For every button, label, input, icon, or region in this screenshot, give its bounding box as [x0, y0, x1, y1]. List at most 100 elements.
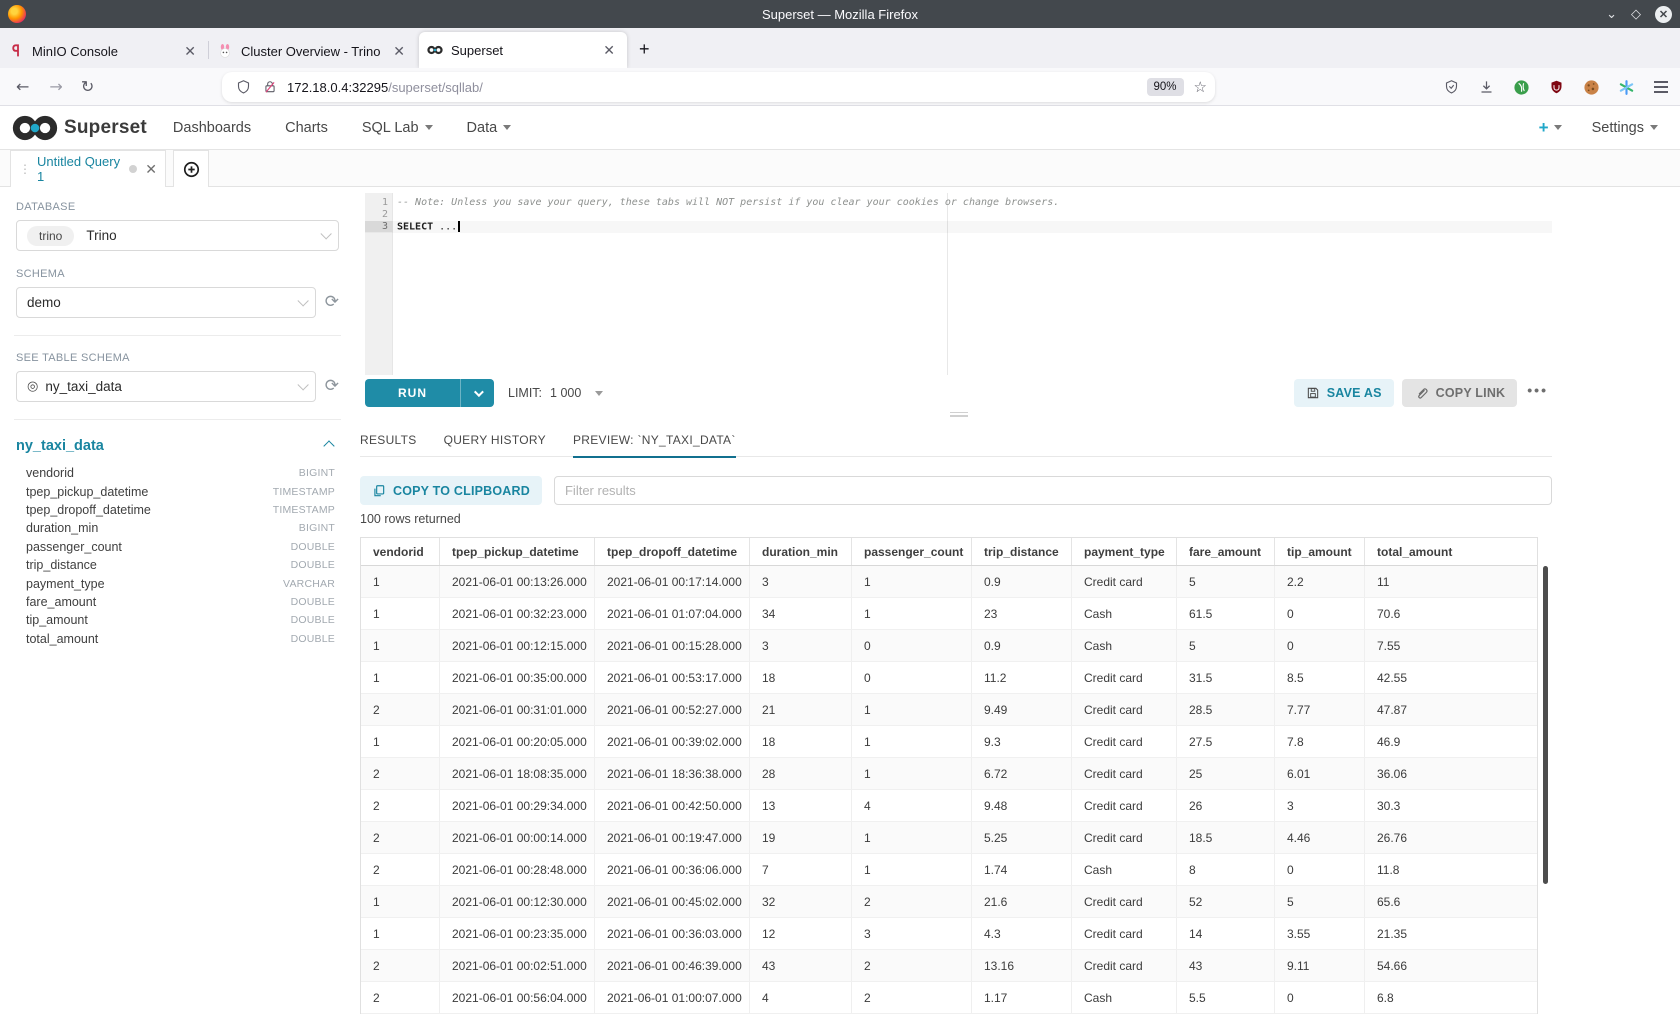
table-cell: 21.35 — [1365, 918, 1537, 949]
table-cell: Cash — [1072, 598, 1177, 629]
bookmark-star-icon[interactable]: ☆ — [1194, 78, 1207, 96]
column-header-trip_distance[interactable]: trip_distance — [972, 538, 1072, 565]
table-cell: 2021-06-01 18:08:35.000 — [440, 758, 595, 789]
nav-item-sql-lab[interactable]: SQL Lab — [362, 120, 433, 136]
column-name: duration_min — [26, 521, 98, 535]
minimize-icon[interactable]: ⌄ — [1606, 8, 1617, 21]
close-window-icon[interactable]: ✕ — [1655, 6, 1672, 23]
query-tab[interactable]: ⋮ Untitled Query 1 ✕ — [10, 150, 166, 187]
column-header-tpep_dropoff_datetime[interactable]: tpep_dropoff_datetime — [595, 538, 750, 565]
run-button[interactable]: RUN — [365, 379, 460, 407]
tab-close-icon[interactable]: ✕ — [389, 43, 409, 60]
tab-query-history[interactable]: QUERY HISTORY — [444, 424, 546, 457]
divider — [14, 335, 341, 336]
table-cell: 1 — [852, 854, 972, 885]
column-header-fare_amount[interactable]: fare_amount — [1177, 538, 1275, 565]
table-cell: 0 — [1275, 854, 1365, 885]
sql-editor[interactable]: 1-- Note: Unless you save your query, th… — [365, 193, 1552, 375]
tab-close-icon[interactable]: ✕ — [180, 43, 200, 60]
panel-resize-handle[interactable] — [365, 409, 1552, 419]
database-select[interactable]: trino Trino — [16, 220, 339, 251]
zoom-level-badge[interactable]: 90% — [1147, 78, 1184, 96]
table-cell: Credit card — [1072, 790, 1177, 821]
table-cell: 31.5 — [1177, 662, 1275, 693]
table-cell: 2021-06-01 01:07:04.000 — [595, 598, 750, 629]
new-tab-button[interactable]: + — [639, 39, 650, 60]
downloads-icon[interactable] — [1477, 78, 1495, 96]
copy-to-clipboard-button[interactable]: COPY TO CLIPBOARD — [360, 476, 542, 505]
table-cell: 2 — [852, 982, 972, 1013]
table-cell: 9.11 — [1275, 950, 1365, 981]
query-tab-title: Untitled Query 1 — [37, 154, 125, 184]
drag-handle-icon[interactable]: ⋮ — [19, 162, 30, 176]
column-type: DOUBLE — [291, 559, 335, 571]
limit-dropdown[interactable]: LIMIT: 1 000 — [508, 386, 603, 400]
table-cell: 26.76 — [1365, 822, 1537, 853]
schema-value: demo — [27, 295, 61, 310]
table-cell: 7.77 — [1275, 694, 1365, 725]
forward-icon[interactable]: → — [49, 77, 62, 96]
tab-results[interactable]: RESULTS — [360, 424, 417, 457]
table-cell: 12 — [750, 918, 852, 949]
column-header-tip_amount[interactable]: tip_amount — [1275, 538, 1365, 565]
superset-navbar: Superset Dashboards Charts SQL Lab Data … — [0, 106, 1680, 150]
run-options-button[interactable] — [460, 379, 494, 407]
line-number: 3 — [365, 221, 393, 232]
lock-disabled-icon[interactable] — [263, 79, 277, 95]
table-cell: 0 — [1275, 630, 1365, 661]
column-header-duration_min[interactable]: duration_min — [750, 538, 852, 565]
maximize-icon[interactable]: ◇ — [1631, 8, 1641, 21]
table-name-heading[interactable]: ny_taxi_data — [16, 438, 104, 454]
add-query-tab-button[interactable] — [173, 150, 209, 187]
column-header-vendorid[interactable]: vendorid — [361, 538, 440, 565]
table-row: 22021-06-01 00:31:01.0002021-06-01 00:52… — [361, 694, 1537, 726]
column-header-tpep_pickup_datetime[interactable]: tpep_pickup_datetime — [440, 538, 595, 565]
table-scrollbar[interactable] — [1543, 566, 1548, 884]
column-header-passenger_count[interactable]: passenger_count — [852, 538, 972, 565]
superset-logo[interactable]: Superset — [12, 115, 147, 141]
nav-item-charts[interactable]: Charts — [285, 120, 328, 136]
table-cell: 1 — [361, 726, 440, 757]
table-cell: 1.74 — [972, 854, 1072, 885]
firefox-titlebar: Superset — Mozilla Firefox ⌄ ◇ ✕ — [0, 0, 1680, 28]
cookie-icon[interactable] — [1582, 78, 1600, 96]
filter-results-input[interactable] — [554, 476, 1552, 505]
save-as-button[interactable]: SAVE AS — [1294, 379, 1394, 407]
table-cell: 2021-06-01 00:00:14.000 — [440, 822, 595, 853]
reload-icon[interactable]: ↻ — [81, 77, 94, 96]
table-row: 12021-06-01 00:20:05.0002021-06-01 00:39… — [361, 726, 1537, 758]
menu-hamburger-icon[interactable] — [1652, 78, 1670, 96]
run-button-group[interactable]: RUN — [365, 379, 494, 407]
column-header-total_amount[interactable]: total_amount — [1365, 538, 1537, 565]
nav-item-data[interactable]: Data — [467, 120, 512, 136]
tab-close-icon[interactable]: ✕ — [599, 42, 619, 59]
shield-icon[interactable] — [236, 79, 251, 95]
pocket-shield-icon[interactable] — [1442, 78, 1460, 96]
settings-menu[interactable]: Settings — [1592, 120, 1658, 136]
close-query-tab-icon[interactable]: ✕ — [145, 161, 157, 178]
chevron-down-icon — [474, 387, 484, 397]
more-options-button[interactable]: ••• — [1525, 382, 1552, 404]
table-schema-select[interactable]: ◎ ny_taxi_data — [16, 371, 316, 402]
refresh-table-icon[interactable]: ⟳ — [325, 378, 339, 395]
collapse-chevron-icon[interactable] — [323, 440, 334, 451]
table-cell: 3 — [750, 566, 852, 597]
copy-link-button[interactable]: COPY LINK — [1402, 379, 1518, 407]
schema-select[interactable]: demo — [16, 287, 316, 318]
url-bar[interactable]: 172.18.0.4:32295/superset/sqllab/ 90% ☆ — [222, 72, 1215, 102]
tab-preview-ny-taxi-data[interactable]: PREVIEW: `NY_TAXI_DATA` — [573, 424, 736, 457]
browser-tab-superset[interactable]: Superset ✕ — [419, 32, 627, 68]
ublock-icon[interactable] — [1547, 78, 1565, 96]
table-cell: 0 — [1275, 598, 1365, 629]
extension-asterisk-icon[interactable] — [1617, 78, 1635, 96]
add-new-button[interactable]: + — [1539, 118, 1562, 138]
refresh-schema-icon[interactable]: ⟳ — [325, 294, 339, 311]
column-header-payment_type[interactable]: payment_type — [1072, 538, 1177, 565]
back-icon[interactable]: ← — [16, 77, 29, 96]
nav-item-dashboards[interactable]: Dashboards — [173, 120, 251, 136]
browser-tab-minio[interactable]: ꟼ MinIO Console ✕ — [0, 34, 208, 68]
browser-tab-trino[interactable]: Cluster Overview - Trino ✕ — [209, 34, 417, 68]
chevron-down-icon — [297, 295, 308, 306]
table-cell: 2021-06-01 01:00:07.000 — [595, 982, 750, 1013]
extension-green-icon[interactable] — [1512, 78, 1530, 96]
